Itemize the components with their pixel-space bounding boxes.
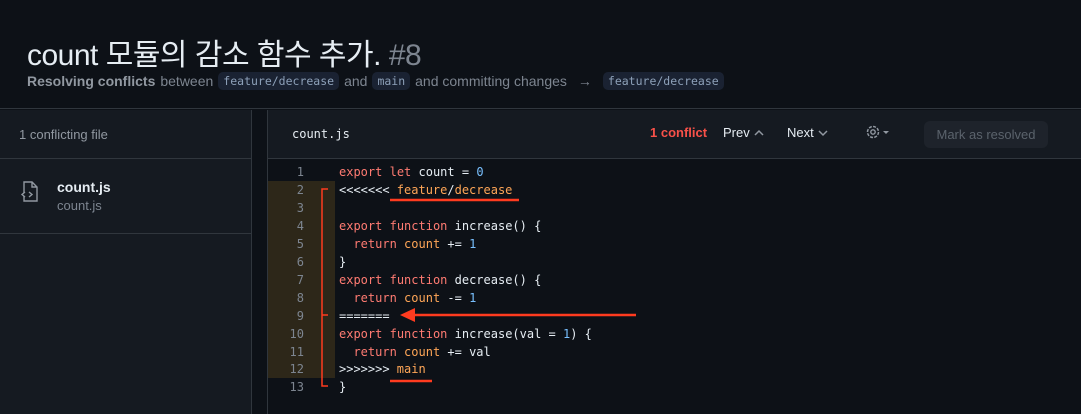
current-file: count.js: [292, 127, 350, 141]
subtitle-bold: Resolving conflicts: [27, 73, 156, 89]
file-path: count.js: [57, 198, 102, 213]
branch-target[interactable]: feature/decrease: [602, 72, 724, 90]
code-editor[interactable]: 13} 12 >>>>>>> main 11 return count += val 1…: [268, 160, 1081, 414]
branch-head[interactable]: feature/decrease: [218, 72, 340, 90]
mark-as-resolved-button[interactable]: Mark as resolved: [924, 121, 1048, 148]
editor-toolbar: count.js 1 conflict Prev Next Mark as re…: [268, 110, 1081, 159]
pr-title: count 모듈의 감소 함수 추가.: [27, 39, 381, 72]
settings-button[interactable]: [865, 123, 893, 146]
conflict-count: 1 conflict: [650, 125, 708, 140]
prev-conflict-button[interactable]: Prev: [723, 125, 765, 140]
arrowhead-icon: [400, 308, 415, 322]
subtitle-text: and: [344, 73, 368, 89]
page-header: count 모듈의 감소 함수 추가. #8 Resolving conflic…: [0, 0, 1081, 109]
conflict-bracket: [321, 188, 328, 387]
divider: [252, 110, 268, 414]
next-conflict-button[interactable]: Next: [787, 125, 829, 140]
gear-icon: [866, 125, 889, 139]
sidebar-heading: 1 conflicting file: [0, 110, 251, 159]
pr-number[interactable]: #8: [389, 39, 422, 72]
chevron-up-icon: [754, 129, 764, 136]
prev-label: Prev: [723, 125, 750, 140]
page-subtitle: Resolving conflicts between feature/decr…: [27, 72, 724, 90]
subtitle-text: between: [160, 73, 214, 89]
arrow-right-icon: →: [577, 73, 592, 89]
sidebar-file-item[interactable]: count.js count.js: [0, 159, 251, 234]
chevron-down-icon: [818, 130, 828, 137]
page-title: count 모듈의 감소 함수 추가. #8: [27, 30, 422, 74]
file-sidebar: 1 conflicting file count.js count.js: [0, 110, 252, 414]
file-name: count.js: [57, 179, 111, 195]
branch-base[interactable]: main: [372, 72, 411, 90]
subtitle-text: and committing changes: [415, 73, 567, 89]
next-label: Next: [787, 125, 814, 140]
annotation-overlay: [321, 188, 636, 387]
file-code-icon: [19, 181, 39, 208]
